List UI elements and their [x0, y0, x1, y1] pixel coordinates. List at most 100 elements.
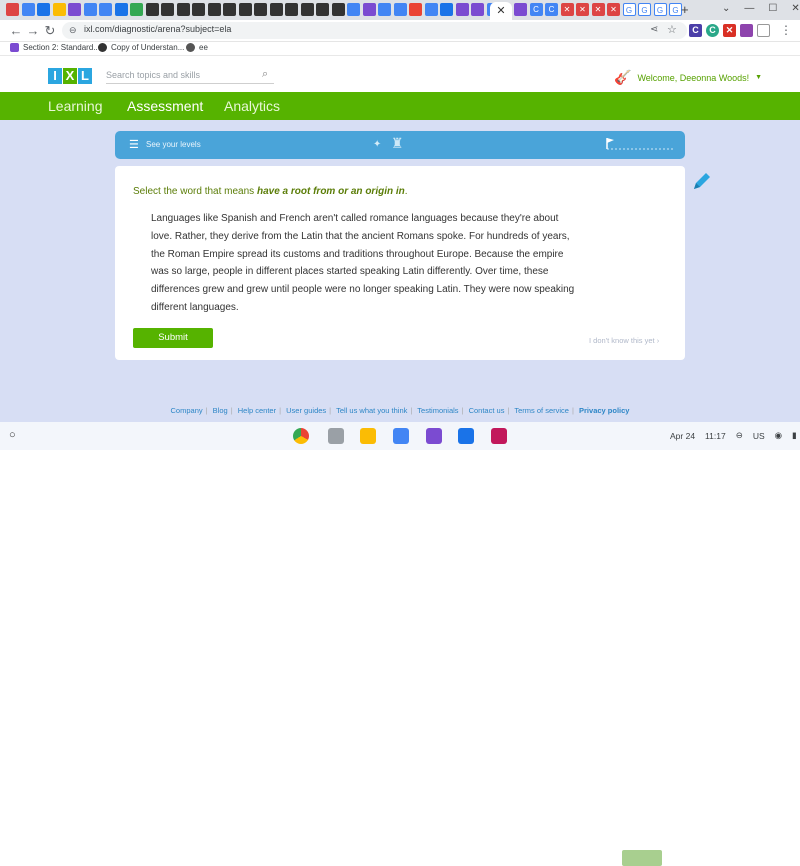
footer-link-help-center[interactable]: Help center: [238, 406, 276, 415]
side-panel-icon[interactable]: [757, 24, 770, 37]
maximize-button[interactable]: ☐: [768, 3, 777, 14]
files-icon[interactable]: [458, 428, 474, 444]
tab-favicon-icon[interactable]: G: [622, 3, 636, 16]
chrome-icon[interactable]: [293, 428, 309, 444]
tab-favicon-icon[interactable]: ✕: [591, 3, 605, 16]
tab-favicon-icon[interactable]: [68, 3, 81, 16]
footer-link-company[interactable]: Company: [171, 406, 203, 415]
chevron-down-icon: ▼: [755, 74, 763, 81]
address-bar[interactable]: ⊖ ixl.com/diagnostic/arena?subject=ela ⋖…: [62, 22, 687, 39]
footer-link-contact[interactable]: Contact us: [469, 406, 505, 415]
reading-passage[interactable]: Languages like Spanish and French aren't…: [151, 210, 581, 317]
launcher-icon[interactable]: ○: [9, 429, 16, 441]
tab-favicon-icon[interactable]: ✕: [576, 3, 589, 16]
tab-favicon-icon[interactable]: [83, 3, 97, 16]
tab-favicon-icon[interactable]: [285, 3, 298, 16]
app-gray-icon[interactable]: [328, 428, 344, 444]
keep-icon[interactable]: [360, 428, 376, 444]
screen-thumbnail[interactable]: [622, 850, 662, 866]
bookmark-star-icon[interactable]: ☆: [667, 23, 677, 36]
tab-favicon-icon[interactable]: [331, 3, 345, 16]
tab-favicon-icon[interactable]: ✕: [607, 3, 620, 16]
levels-label: See your levels: [146, 140, 201, 149]
site-info-icon[interactable]: ⊖: [69, 25, 77, 36]
tab-favicon-icon[interactable]: [161, 3, 174, 16]
tab-favicon-icon[interactable]: C: [529, 3, 543, 16]
app-pink-icon[interactable]: [491, 428, 507, 444]
close-window-button[interactable]: ✕: [791, 3, 799, 14]
extension-c-icon[interactable]: C: [689, 24, 702, 37]
extension-circle-icon[interactable]: C: [706, 24, 719, 37]
bookmark-copy-of-understan[interactable]: Copy of Understan...: [98, 43, 184, 52]
footer-link-feedback[interactable]: Tell us what you think: [336, 406, 407, 415]
user-menu[interactable]: 🎸 Welcome, Deeonna Woods! ▼: [614, 69, 762, 86]
tab-favicon-icon[interactable]: [145, 3, 159, 16]
bookmark-section-2[interactable]: Section 2: Standard...: [10, 43, 100, 52]
reload-icon[interactable]: ↻: [42, 23, 58, 39]
tab-favicon-icon[interactable]: [455, 3, 469, 16]
tab-favicon-icon[interactable]: G: [638, 3, 651, 16]
pencil-icon[interactable]: [691, 170, 713, 192]
levels-banner[interactable]: ☰ See your levels ✦ ♜: [115, 131, 685, 159]
tab-favicon-icon[interactable]: [254, 3, 267, 16]
dont-know-link[interactable]: I don't know this yet ›: [589, 336, 659, 345]
nav-learning[interactable]: Learning: [48, 98, 103, 114]
tab-favicon-icon[interactable]: [316, 3, 329, 16]
tab-favicon-icon[interactable]: [52, 3, 66, 16]
bookmark-ee[interactable]: ee: [186, 43, 208, 52]
footer-link-user-guides[interactable]: User guides: [286, 406, 326, 415]
system-tray[interactable]: Apr 24 11:17 ⊖ US ◉ ▮: [670, 430, 797, 441]
new-tab-button[interactable]: +: [681, 2, 689, 17]
bookmarks-bar: Section 2: Standard... Copy of Understan…: [0, 42, 800, 56]
tab-favicon-icon[interactable]: G: [653, 3, 667, 16]
minimize-button[interactable]: —: [744, 3, 754, 14]
footer-link-terms[interactable]: Terms of service: [514, 406, 569, 415]
tab-favicon-icon[interactable]: [347, 3, 360, 16]
search-input[interactable]: Search topics and skills: [106, 67, 274, 84]
ixl-logo[interactable]: I X L: [48, 68, 93, 84]
tab-favicon-icon[interactable]: ✕: [560, 3, 574, 16]
back-icon[interactable]: ←: [8, 23, 24, 39]
menu-icon[interactable]: ⋮: [780, 23, 792, 37]
search-icon[interactable]: ⌕: [262, 68, 268, 81]
extension-purple-icon[interactable]: [740, 24, 753, 37]
tab-favicon-icon[interactable]: [440, 3, 453, 16]
tab-favicon-icon[interactable]: [514, 3, 527, 16]
tab-favicon-icon[interactable]: [223, 3, 236, 16]
tab-favicon-icon[interactable]: C: [545, 3, 558, 16]
tab-close-icon[interactable]: ✕: [496, 5, 505, 17]
nav-analytics[interactable]: Analytics: [224, 98, 280, 114]
tab-favicon-icon[interactable]: [176, 3, 190, 16]
tab-favicon-icon[interactable]: [99, 3, 112, 16]
tab-favicon-icon[interactable]: [300, 3, 314, 16]
docs-icon[interactable]: [393, 428, 409, 444]
footer-link-testimonials[interactable]: Testimonials: [417, 406, 458, 415]
tab-favicon-icon[interactable]: [409, 3, 422, 16]
tab-favicon-icon[interactable]: [393, 3, 407, 16]
footer-link-privacy[interactable]: Privacy policy: [579, 406, 629, 415]
forward-icon[interactable]: →: [25, 23, 41, 39]
tab-favicon-icon[interactable]: [269, 3, 283, 16]
extension-x-icon[interactable]: ✕: [723, 24, 736, 37]
url-text[interactable]: ixl.com/diagnostic/arena?subject=ela: [84, 24, 231, 34]
submit-button[interactable]: Submit: [133, 328, 213, 348]
tab-favicon-icon[interactable]: [6, 3, 19, 16]
tab-favicon-icon[interactable]: [362, 3, 376, 16]
share-icon[interactable]: ⋖: [650, 24, 658, 35]
tab-favicon-icon[interactable]: [192, 3, 205, 16]
tab-favicon-icon[interactable]: [238, 3, 252, 16]
tab-favicon-icon[interactable]: [114, 3, 128, 16]
tab-favicon-icon[interactable]: [378, 3, 391, 16]
tab-search-icon[interactable]: ⌄: [722, 3, 730, 14]
tab-favicon-icon[interactable]: [207, 3, 221, 16]
footer-link-blog[interactable]: Blog: [213, 406, 228, 415]
tab-favicon-icon[interactable]: [424, 3, 438, 16]
tab-favicon-icon[interactable]: [21, 3, 35, 16]
tab-favicon-icon[interactable]: [471, 3, 484, 16]
notification-icon: ⊖: [735, 430, 743, 440]
tab-favicon-icon[interactable]: [130, 3, 143, 16]
forms-icon[interactable]: [426, 428, 442, 444]
tab-favicon-icon[interactable]: [37, 3, 50, 16]
active-tab[interactable]: ✕: [490, 2, 512, 20]
nav-assessment[interactable]: Assessment: [127, 98, 203, 114]
